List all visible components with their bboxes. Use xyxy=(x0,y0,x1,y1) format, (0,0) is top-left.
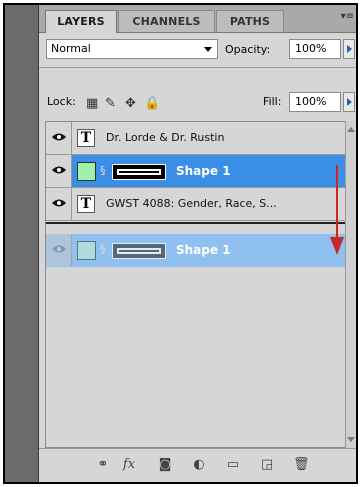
ghost-chain-icon: § xyxy=(100,243,106,256)
vector-mask-thumbnail[interactable] xyxy=(112,164,166,180)
fill-slider-button[interactable] xyxy=(343,92,355,112)
drag-ghost-row: § Shape 1 xyxy=(46,234,345,267)
divider xyxy=(39,67,356,68)
blend-mode-select[interactable]: Normal xyxy=(46,39,218,59)
layer-row-selected[interactable]: § Shape 1 xyxy=(46,155,345,188)
link-icon[interactable]: ⚭ xyxy=(95,457,111,473)
tab-channels[interactable]: CHANNELS xyxy=(118,10,215,32)
text-layer-icon: T xyxy=(77,195,95,213)
layers-panel-frame: LAYERS CHANNELS PATHS ▾≡ Normal Opacity:… xyxy=(3,3,358,484)
opacity-input[interactable]: 100% xyxy=(289,39,341,59)
ghost-eye-icon xyxy=(46,234,72,266)
layers-list: T Dr. Lorde & Dr. Rustin § Shape 1 T GWS… xyxy=(45,121,346,448)
blend-mode-value: Normal xyxy=(51,42,91,55)
lock-move-icon[interactable]: ✥ xyxy=(125,96,136,111)
tab-paths[interactable]: PATHS xyxy=(216,10,284,32)
lock-label: Lock: xyxy=(47,95,76,108)
visibility-toggle[interactable] xyxy=(46,122,72,154)
layer-color-swatch[interactable] xyxy=(77,162,96,181)
layers-scrollbar[interactable] xyxy=(345,121,356,448)
chevron-down-icon xyxy=(204,47,212,52)
opacity-slider-button[interactable] xyxy=(343,39,355,59)
ghost-color-swatch xyxy=(77,241,96,260)
drop-indicator-line xyxy=(46,222,345,224)
fill-input[interactable]: 100% xyxy=(289,92,341,112)
opacity-label: Opacity: xyxy=(225,43,271,56)
layer-row[interactable]: T Dr. Lorde & Dr. Rustin xyxy=(46,122,345,155)
layer-name: Shape 1 xyxy=(176,164,231,178)
layer-name: Dr. Lorde & Dr. Rustin xyxy=(106,131,225,144)
left-gutter xyxy=(5,5,38,482)
tab-layers[interactable]: LAYERS xyxy=(45,10,117,33)
mask-icon[interactable]: ◙ xyxy=(157,457,173,473)
folder-icon[interactable]: ▭ xyxy=(225,457,241,473)
scroll-down-icon[interactable] xyxy=(347,437,355,442)
visibility-toggle[interactable] xyxy=(46,155,72,187)
lock-all-icon[interactable]: 🔒 xyxy=(144,96,160,111)
lock-transparent-icon[interactable]: ▦ xyxy=(86,96,98,111)
eye-icon xyxy=(52,199,66,207)
trash-icon[interactable]: 🗑 xyxy=(293,457,310,473)
eye-icon xyxy=(52,166,66,174)
drag-arrow-annotation xyxy=(330,165,344,255)
panel-tabs: LAYERS CHANNELS PATHS ▾≡ xyxy=(39,5,356,33)
chain-link-icon[interactable]: § xyxy=(100,164,106,177)
adjustment-icon[interactable]: ◐ xyxy=(191,457,207,473)
fx-icon[interactable]: fx xyxy=(121,457,137,473)
layers-bottom-toolbar: ⚭ fx ◙ ◐ ▭ ◲ 🗑 xyxy=(39,448,356,482)
fill-label: Fill: xyxy=(263,95,282,108)
layer-name: GWST 4088: Gender, Race, S... xyxy=(106,197,277,210)
panel-menu-icon[interactable]: ▾≡ xyxy=(341,11,354,22)
ghost-layer-name: Shape 1 xyxy=(176,243,231,257)
scroll-up-icon[interactable] xyxy=(347,127,355,132)
lock-paint-brush-icon[interactable]: ✎ xyxy=(105,96,116,111)
layers-panel: LAYERS CHANNELS PATHS ▾≡ Normal Opacity:… xyxy=(38,5,356,482)
new-layer-icon[interactable]: ◲ xyxy=(259,457,275,473)
text-layer-icon: T xyxy=(77,129,95,147)
layer-row[interactable]: T GWST 4088: Gender, Race, S... xyxy=(46,188,345,221)
ghost-mask-thumbnail xyxy=(112,243,166,259)
visibility-toggle[interactable] xyxy=(46,188,72,220)
eye-icon xyxy=(52,133,66,141)
